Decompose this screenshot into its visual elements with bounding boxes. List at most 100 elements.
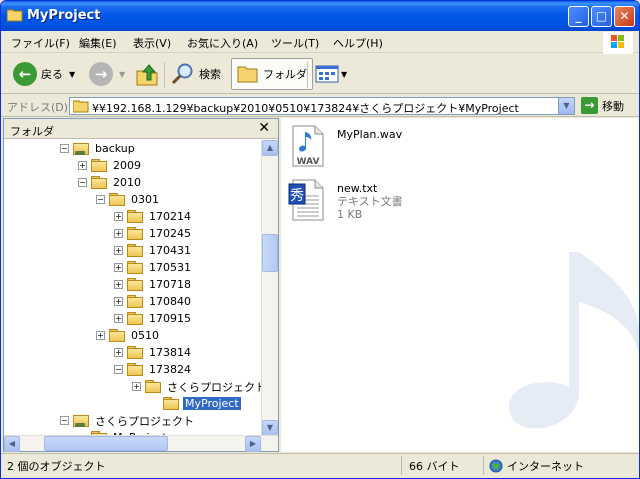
expand-icon[interactable]: +: [96, 331, 105, 340]
views-button[interactable]: ▼: [315, 58, 347, 90]
back-button[interactable]: ← 戻る ▼: [13, 58, 75, 90]
tree-item[interactable]: +2009: [78, 157, 143, 174]
collapse-icon[interactable]: −: [114, 365, 123, 374]
views-icon: [315, 65, 339, 83]
tree-item-label: backup: [95, 142, 135, 155]
globe-icon: [489, 459, 503, 473]
go-button[interactable]: → 移動: [581, 97, 624, 114]
status-object-count: 2 個のオブジェクト: [7, 460, 106, 473]
expand-icon[interactable]: +: [114, 212, 123, 221]
tree-item[interactable]: +170718: [114, 276, 193, 293]
status-separator: [401, 456, 402, 475]
network-folder-icon: [73, 414, 89, 428]
address-bar: アドレス(D) ¥¥192.168.1.129¥backup¥2010¥0510…: [1, 95, 639, 117]
scroll-right-button[interactable]: ▶: [245, 436, 261, 452]
expand-icon[interactable]: +: [114, 280, 123, 289]
expand-icon[interactable]: +: [132, 382, 141, 391]
file-name: new.txt: [337, 182, 378, 195]
expand-icon[interactable]: +: [114, 246, 123, 255]
tree-item[interactable]: − 173824: [114, 361, 193, 378]
file-item-txt[interactable]: 秀 new.txt テキスト文書 1 KB: [287, 178, 403, 222]
up-folder-button[interactable]: [135, 58, 159, 90]
tree-item-label: さくらプロジェクト: [167, 380, 262, 394]
expand-icon[interactable]: +: [114, 348, 123, 357]
status-zone: インターネット: [489, 458, 584, 474]
folder-icon: [127, 261, 143, 274]
horizontal-scrollbar[interactable]: ◀ ▶: [4, 435, 278, 452]
tree-item-label: 170214: [149, 210, 191, 223]
explorer-window: MyProject _ □ ✕ ファイル(F) 編集(E) 表示(V) お気に入…: [0, 0, 640, 479]
tree-item[interactable]: MyProject: [150, 395, 241, 412]
expand-icon[interactable]: +: [114, 263, 123, 272]
forward-button[interactable]: → ▼: [89, 58, 125, 90]
close-icon[interactable]: ✕: [258, 120, 270, 136]
scroll-down-button[interactable]: ▼: [262, 420, 278, 436]
back-arrow-icon: ←: [13, 62, 37, 86]
folder-icon: [237, 66, 258, 83]
tree-item[interactable]: − さくらプロジェクト: [60, 412, 196, 429]
folder-icon: [127, 227, 143, 240]
wav-file-icon: WAV: [292, 125, 324, 167]
folder-icon: [127, 244, 143, 257]
address-input[interactable]: ¥¥192.168.1.129¥backup¥2010¥0510¥173824¥…: [69, 97, 575, 115]
tree-item[interactable]: +170915: [114, 310, 193, 327]
folder-icon: [127, 295, 143, 308]
menu-help[interactable]: ヘルプ(H): [333, 35, 383, 51]
tree-item[interactable]: +170531: [114, 259, 193, 276]
tree-item-label: MyProject: [183, 397, 241, 410]
search-button[interactable]: 検索: [171, 58, 221, 90]
title-bar[interactable]: MyProject _ □ ✕: [1, 1, 639, 31]
menu-view[interactable]: 表示(V): [133, 35, 171, 51]
tree-item[interactable]: +170214: [114, 208, 193, 225]
folder-icon: [109, 193, 125, 206]
expand-icon[interactable]: +: [114, 297, 123, 306]
tree-item[interactable]: +170245: [114, 225, 193, 242]
tree-item[interactable]: +170431: [114, 242, 193, 259]
collapse-icon[interactable]: −: [60, 144, 69, 153]
scroll-left-button[interactable]: ◀: [4, 436, 20, 452]
toolbar-separator: [164, 62, 165, 88]
scroll-thumb[interactable]: [262, 234, 278, 272]
status-zone-label: インターネット: [507, 460, 584, 473]
tree-item[interactable]: + さくらプロジェクト: [132, 378, 262, 395]
tree-item[interactable]: +173814: [114, 344, 193, 361]
collapse-icon[interactable]: −: [60, 416, 69, 425]
file-type: テキスト文書: [337, 195, 403, 208]
scroll-thumb[interactable]: [44, 436, 168, 451]
expand-icon[interactable]: +: [114, 314, 123, 323]
scroll-up-button[interactable]: ▲: [262, 140, 278, 156]
tree-item-label: 0510: [131, 329, 159, 342]
tree-item[interactable]: − 0301: [96, 191, 161, 208]
menu-file[interactable]: ファイル(F): [11, 35, 70, 51]
menu-edit[interactable]: 編集(E): [79, 35, 117, 51]
folder-pane: フォルダ ✕ − backup +2009−2010−0301 +170214 +170…: [3, 118, 279, 452]
tree-item-label: 170245: [149, 227, 191, 240]
menu-favorites[interactable]: お気に入り(A): [187, 35, 258, 51]
folders-toggle-button[interactable]: フォルダ: [231, 58, 313, 90]
tree-item[interactable]: − backup: [60, 140, 137, 157]
vertical-scrollbar[interactable]: ▲ ▼: [261, 140, 278, 436]
folder-tree: − backup +2009−2010−0301 +170214 +170245 +170…: [4, 140, 262, 436]
collapse-icon[interactable]: −: [78, 178, 87, 187]
menu-bar: ファイル(F) 編集(E) 表示(V) お気に入り(A) ツール(T) ヘルプ(…: [1, 31, 639, 54]
minimize-button[interactable]: _: [568, 6, 589, 27]
tree-item[interactable]: +0510: [96, 327, 161, 344]
close-button[interactable]: ✕: [614, 6, 635, 27]
status-separator: [483, 456, 484, 475]
window-title: MyProject: [27, 8, 101, 23]
address-dropdown-button[interactable]: ▼: [558, 98, 574, 114]
folder-icon: [145, 380, 161, 393]
tree-item[interactable]: +170840: [114, 293, 193, 310]
expand-icon[interactable]: +: [114, 229, 123, 238]
collapse-icon[interactable]: −: [96, 195, 105, 204]
svg-text:秀: 秀: [290, 188, 304, 204]
file-item-wav[interactable]: WAV MyPlan.wav: [287, 124, 402, 168]
menu-tools[interactable]: ツール(T): [271, 35, 319, 51]
expand-icon[interactable]: +: [78, 161, 87, 170]
address-value: ¥¥192.168.1.129¥backup¥2010¥0510¥173824¥…: [92, 102, 519, 115]
folder-icon: [73, 100, 89, 113]
maximize-button[interactable]: □: [591, 6, 612, 27]
tree-item-label: 173814: [149, 346, 191, 359]
tree-item[interactable]: − 2010: [78, 174, 143, 191]
folders-label: フォルダ: [263, 68, 307, 81]
